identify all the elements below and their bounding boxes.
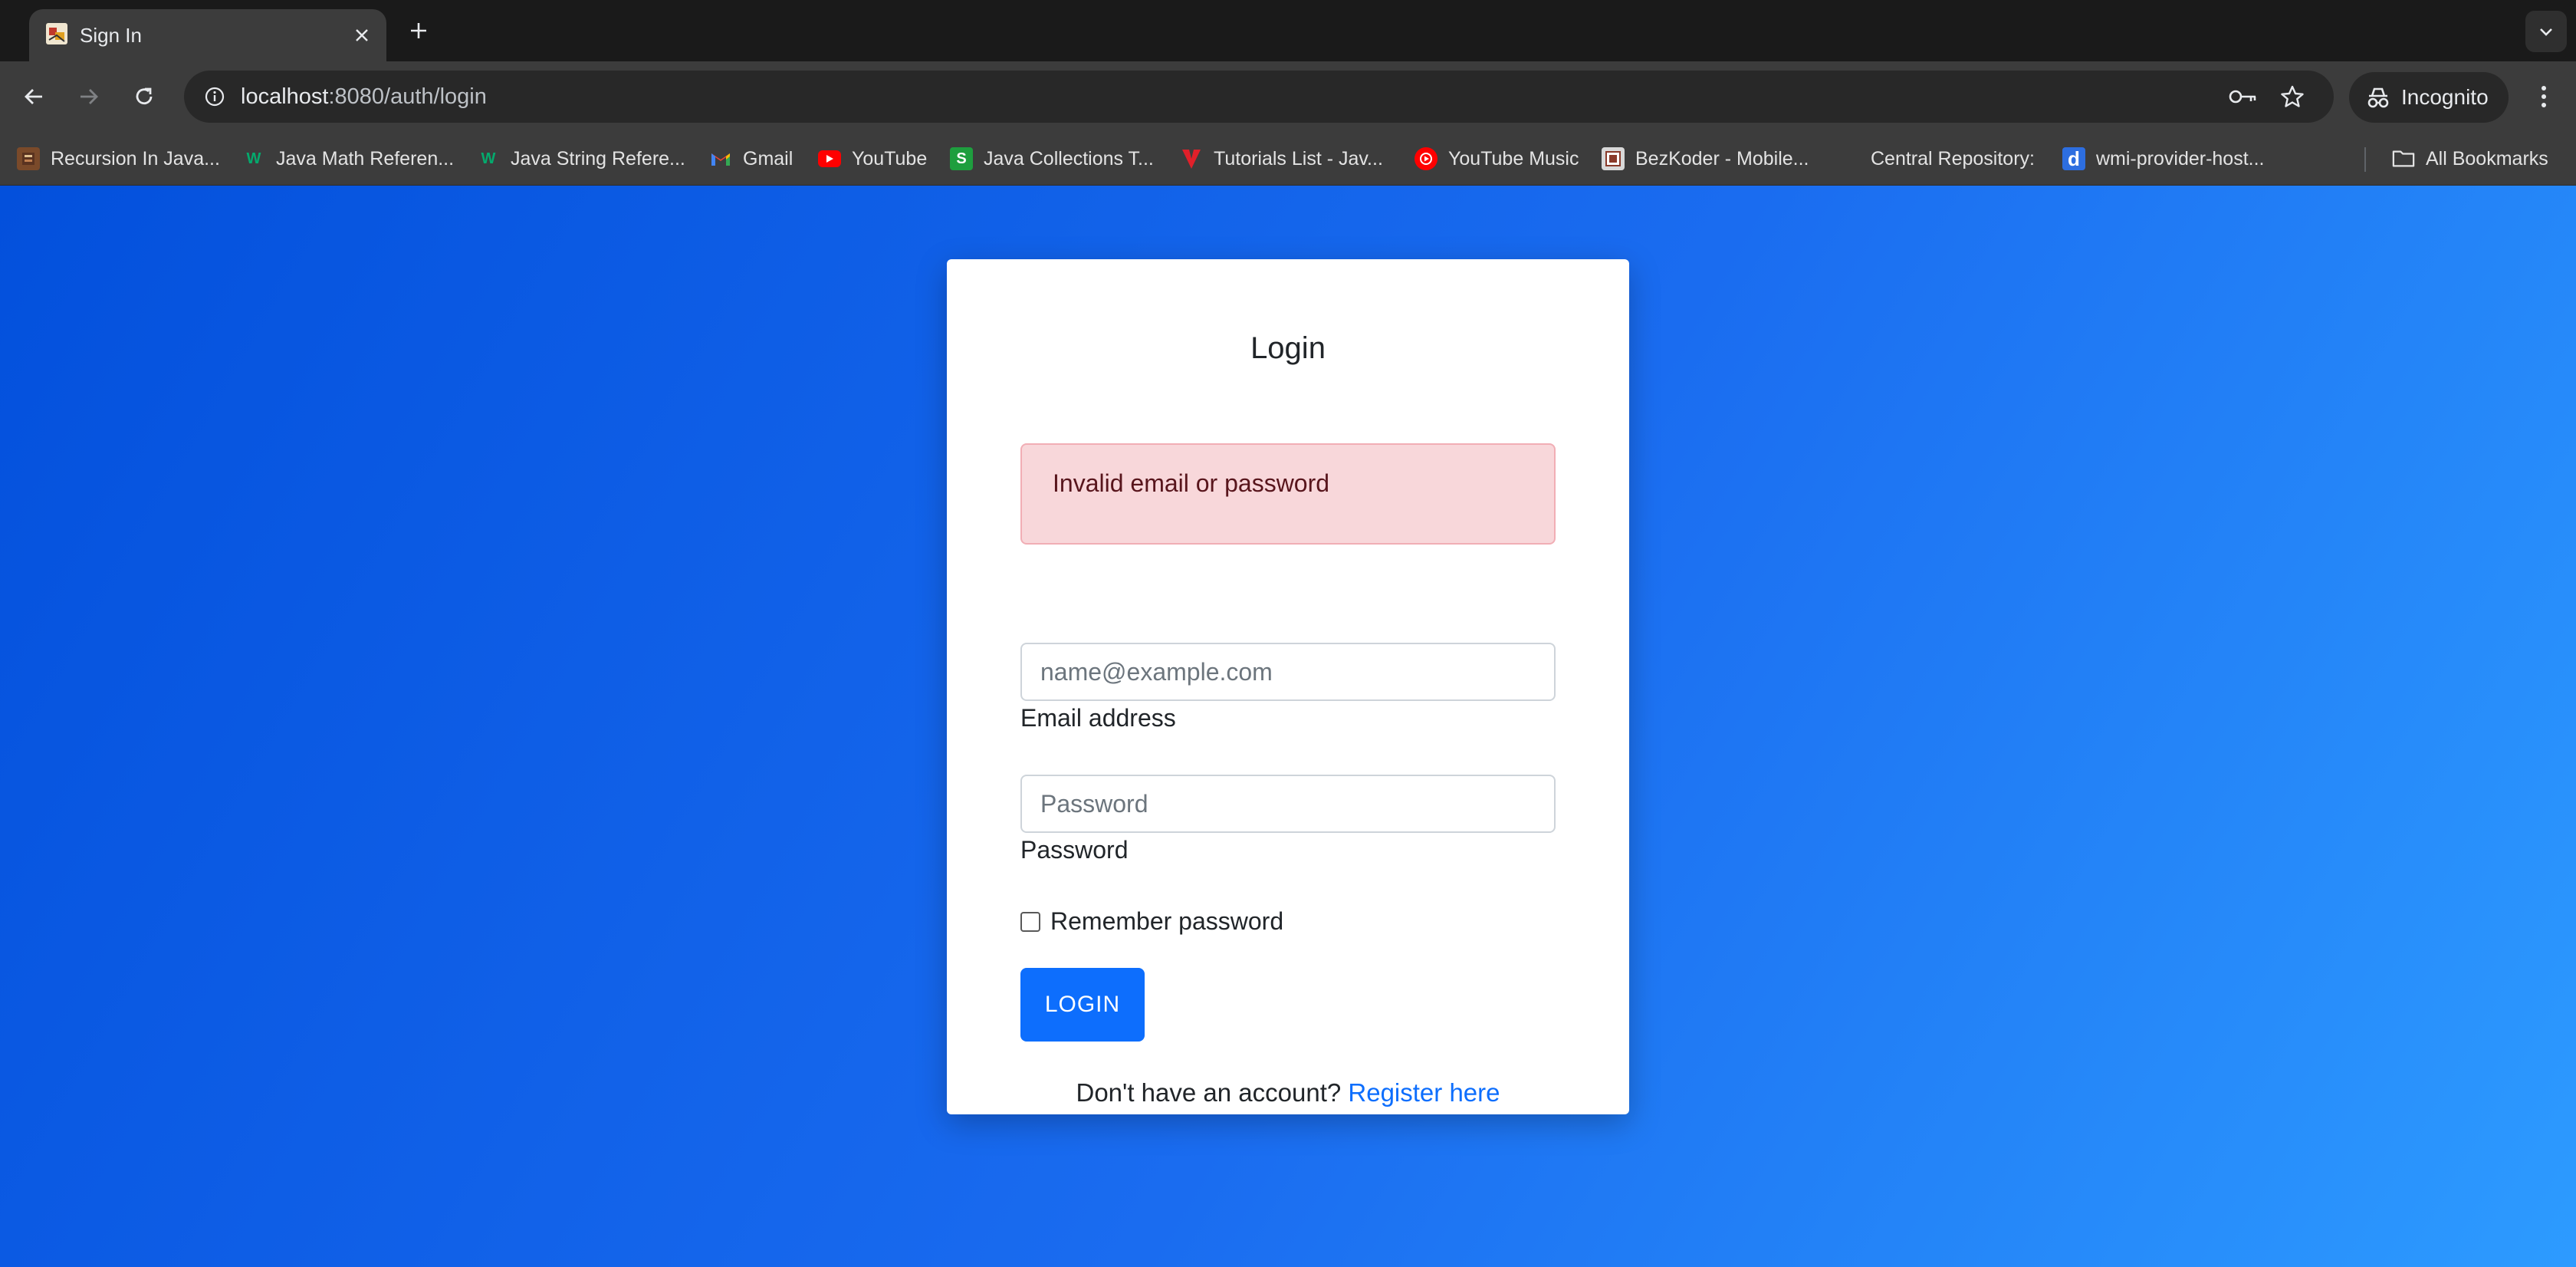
bookmark-item[interactable]: S Java Collections T... [950, 143, 1154, 175]
youtube-music-icon [1414, 147, 1438, 170]
d-icon: d [2062, 147, 2085, 170]
incognito-button[interactable]: Incognito [2349, 72, 2509, 123]
address-bar[interactable]: localhost:8080/auth/login [184, 71, 2334, 123]
page-background: Login Invalid email or password Email ad… [0, 186, 2576, 1267]
youtube-icon [818, 150, 841, 167]
remember-checkbox[interactable] [1020, 912, 1040, 932]
bookmark-item[interactable]: W Java String Refere... [477, 143, 685, 175]
bookmark-item[interactable]: Tutorials List - Jav... [1180, 143, 1383, 175]
browser-toolbar: localhost:8080/auth/login Incognito [0, 61, 2576, 132]
bezkoder-icon [1602, 147, 1625, 170]
forward-button[interactable] [69, 77, 109, 117]
page-title: Login [1250, 331, 1326, 365]
more-vert-icon [2542, 86, 2546, 107]
bookmark-item[interactable]: d wmi-provider-host... [2062, 143, 2265, 175]
register-link[interactable]: Register here [1348, 1078, 1500, 1107]
bookmark-item[interactable]: YouTube Music [1414, 143, 1579, 175]
password-label: Password [1020, 836, 1129, 864]
remember-label[interactable]: Remember password [1050, 907, 1283, 936]
bookmarks-divider [2364, 147, 2366, 172]
login-card: Login Invalid email or password Email ad… [947, 259, 1629, 1114]
bookmark-item[interactable]: Recursion In Java... [17, 143, 220, 175]
email-label: Email address [1020, 704, 1176, 732]
arrow-left-icon [25, 89, 42, 104]
close-icon[interactable] [350, 23, 374, 48]
browser-menu-button[interactable] [2524, 77, 2564, 117]
all-bookmarks-button[interactable]: All Bookmarks [2392, 143, 2548, 175]
incognito-label: Incognito [2401, 85, 2489, 109]
password-input[interactable] [1020, 775, 1556, 833]
bookmark-item[interactable]: YouTube [818, 143, 927, 175]
email-input[interactable] [1020, 643, 1556, 701]
star-icon[interactable] [2277, 81, 2308, 112]
tab-sign-in[interactable]: Sign In [29, 9, 386, 61]
arrow-right-icon [80, 89, 98, 104]
url-text[interactable]: localhost:8080/auth/login [241, 71, 487, 123]
incognito-icon [2364, 84, 2392, 111]
login-button[interactable]: LOGIN [1020, 968, 1145, 1042]
w3schools-icon: W [481, 150, 496, 167]
tab-strip: Sign In [0, 0, 2576, 61]
folder-icon [2392, 147, 2415, 170]
bookmark-item[interactable]: Central Repository: [1871, 143, 2035, 175]
register-prompt: Don't have an account? [1076, 1078, 1349, 1107]
s-icon: S [950, 147, 973, 170]
bookmark-item[interactable]: Gmail [709, 143, 793, 175]
bookmark-item[interactable]: BezKoder - Mobile... [1602, 143, 1809, 175]
tab-search-button[interactable] [2525, 11, 2567, 52]
plus-icon [411, 23, 426, 38]
error-alert: Invalid email or password [1020, 443, 1556, 545]
back-button[interactable] [14, 77, 54, 117]
new-tab-button[interactable] [403, 15, 434, 46]
bookmark-item[interactable]: W Java Math Referen... [242, 143, 455, 175]
reload-icon [136, 87, 153, 105]
gmail-icon [709, 147, 732, 170]
chevron-down-icon [2540, 28, 2552, 36]
reload-button[interactable] [124, 77, 164, 117]
site-info-icon[interactable] [199, 81, 230, 112]
book-icon [17, 147, 40, 170]
register-row: Don't have an account? Register here [947, 1078, 1629, 1107]
w3schools-icon: W [246, 150, 261, 167]
tab-title: Sign In [80, 24, 142, 47]
bookmarks-bar: Recursion In Java... W Java Math Referen… [0, 132, 2576, 186]
key-icon[interactable] [2228, 81, 2259, 112]
v-icon [1180, 147, 1203, 170]
error-message: Invalid email or password [1053, 469, 1330, 497]
favicon-icon [44, 21, 69, 46]
